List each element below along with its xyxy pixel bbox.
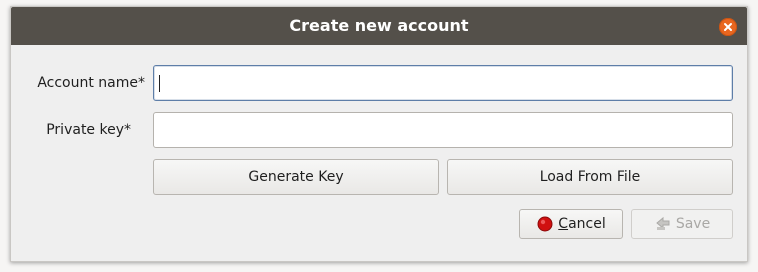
cancel-label: Cancel: [558, 216, 606, 232]
close-icon: [724, 23, 732, 31]
load-from-file-label: Load From File: [539, 169, 641, 185]
save-label: Save: [675, 216, 711, 232]
account-name-label: Account name*: [37, 75, 145, 91]
stop-icon: [536, 215, 554, 233]
title-bar[interactable]: Create new account: [11, 7, 747, 45]
save-button[interactable]: Save: [631, 209, 733, 239]
save-icon: [654, 215, 672, 233]
private-key-input[interactable]: [154, 113, 732, 147]
text-caret: [159, 75, 160, 92]
account-name-input[interactable]: [154, 66, 732, 100]
load-from-file-button[interactable]: Load From File: [447, 159, 733, 195]
create-account-dialog: Create new account Account name* Private…: [10, 6, 748, 262]
cancel-button[interactable]: Cancel: [519, 209, 623, 239]
private-key-label: Private key*: [46, 122, 131, 138]
private-key-field[interactable]: [153, 112, 733, 148]
dialog-title: Create new account: [289, 16, 469, 35]
close-button[interactable]: [719, 18, 737, 36]
generate-key-button[interactable]: Generate Key: [153, 159, 439, 195]
account-name-field[interactable]: [153, 65, 733, 101]
generate-key-label: Generate Key: [248, 169, 344, 185]
